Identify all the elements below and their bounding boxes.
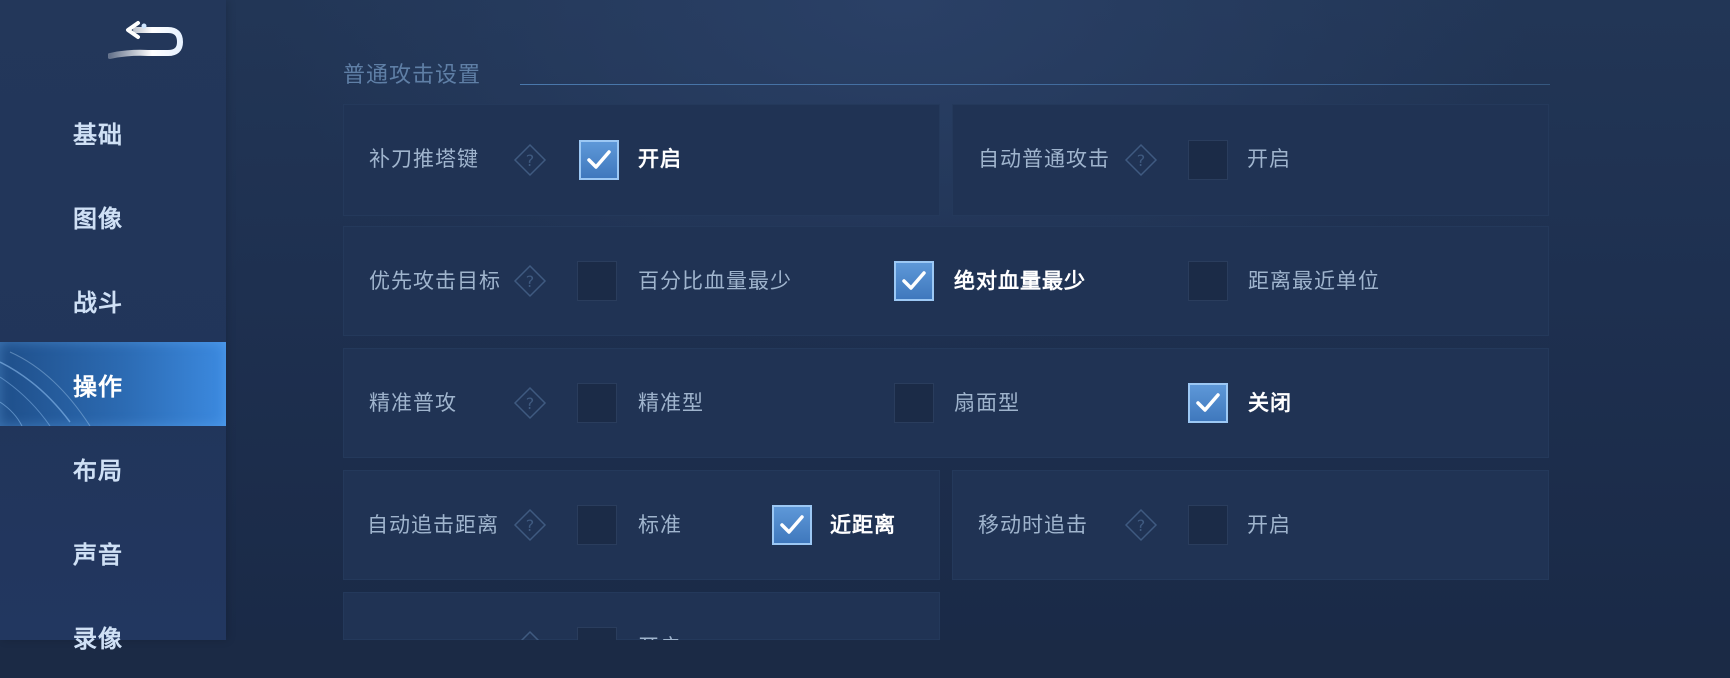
- sidebar-item-label: 声音: [73, 540, 123, 569]
- checkbox-absolute-hp[interactable]: [894, 261, 934, 301]
- sidebar-item-label: 图像: [73, 204, 123, 233]
- checkbox-chase-close[interactable]: [772, 505, 812, 545]
- setting-label: 精准普攻: [369, 391, 457, 415]
- option-label[interactable]: 精准型: [638, 388, 704, 418]
- help-diamond-icon[interactable]: ?: [513, 508, 547, 542]
- setting-panel-partial: 开启: [343, 592, 940, 640]
- checkbox-precise-off[interactable]: [1188, 383, 1228, 423]
- svg-text:?: ?: [526, 151, 535, 170]
- svg-text:?: ?: [1137, 516, 1146, 535]
- sidebar-item-replay[interactable]: 录像: [0, 594, 226, 678]
- svg-text:?: ?: [526, 516, 535, 535]
- sidebar-item-graphics[interactable]: 图像: [0, 174, 226, 258]
- sidebar-item-sound[interactable]: 声音: [0, 510, 226, 594]
- option-label[interactable]: 开启: [638, 632, 682, 640]
- checkbox-partial[interactable]: [577, 627, 617, 640]
- sidebar-item-label: 录像: [73, 624, 123, 653]
- option-label[interactable]: 标准: [638, 510, 682, 540]
- svg-text:?: ?: [526, 272, 535, 291]
- option-label[interactable]: 开启: [1247, 144, 1291, 174]
- checkbox-chase-standard[interactable]: [577, 505, 617, 545]
- sidebar-item-label: 战斗: [73, 288, 123, 317]
- checkbox-fan-type[interactable]: [894, 383, 934, 423]
- checkmark-icon: [1196, 393, 1220, 412]
- help-diamond-icon[interactable]: [513, 630, 547, 640]
- back-arrow-icon: [107, 21, 184, 59]
- setting-panel-chase-distance: 自动追击距离 ? 标准 近距离: [343, 470, 940, 580]
- sidebar-item-controls[interactable]: 操作: [0, 342, 226, 426]
- option-label[interactable]: 绝对血量最少: [954, 266, 1086, 296]
- setting-label: 自动追击距离: [367, 513, 499, 537]
- sidebar-item-layout[interactable]: 布局: [0, 426, 226, 510]
- help-diamond-icon[interactable]: ?: [513, 143, 547, 177]
- checkbox-auto-attack-on[interactable]: [1188, 140, 1228, 180]
- sidebar-item-combat[interactable]: 战斗: [0, 258, 226, 342]
- checkbox-last-hit-on[interactable]: [579, 140, 619, 180]
- setting-label: 补刀推塔键: [369, 147, 479, 171]
- checkbox-chase-on-move[interactable]: [1188, 505, 1228, 545]
- help-diamond-icon[interactable]: ?: [513, 386, 547, 420]
- section-title: 普通攻击设置: [343, 63, 482, 88]
- sidebar: 基础 图像 战斗 操作 布局 声音 录像: [0, 0, 226, 653]
- svg-text:?: ?: [1137, 151, 1146, 170]
- setting-label: 移动时追击: [978, 513, 1088, 537]
- section-divider: [520, 84, 1550, 85]
- setting-panel-auto-attack: 自动普通攻击 ? 开启: [952, 104, 1549, 216]
- option-label[interactable]: 近距离: [830, 510, 896, 540]
- help-diamond-icon[interactable]: ?: [1124, 143, 1158, 177]
- back-button[interactable]: [107, 20, 186, 64]
- option-label[interactable]: 距离最近单位: [1248, 266, 1380, 296]
- sidebar-item-label: 布局: [73, 456, 123, 485]
- checkbox-percent-hp[interactable]: [577, 261, 617, 301]
- option-label[interactable]: 关闭: [1248, 388, 1292, 418]
- checkmark-icon: [587, 150, 611, 169]
- option-label[interactable]: 开启: [1247, 510, 1291, 540]
- setting-panel-target-priority: 优先攻击目标 ? 百分比血量最少 绝对血量最少 距离最近单位: [343, 226, 1549, 336]
- checkbox-precise-type[interactable]: [577, 383, 617, 423]
- checkbox-nearest-unit[interactable]: [1188, 261, 1228, 301]
- sidebar-item-label: 基础: [73, 120, 123, 149]
- setting-label: 自动普通攻击: [978, 147, 1110, 171]
- setting-label: 优先攻击目标: [369, 269, 501, 293]
- help-diamond-icon[interactable]: ?: [513, 264, 547, 298]
- sidebar-item-basic[interactable]: 基础: [0, 90, 226, 174]
- option-label[interactable]: 开启: [638, 144, 682, 174]
- help-diamond-icon[interactable]: ?: [1124, 508, 1158, 542]
- checkmark-icon: [902, 271, 926, 290]
- setting-panel-last-hit: 补刀推塔键 ? 开启: [343, 104, 940, 216]
- svg-text:?: ?: [526, 394, 535, 413]
- checkmark-icon: [780, 515, 804, 534]
- option-label[interactable]: 百分比血量最少: [638, 266, 792, 296]
- setting-panel-chase-on-move: 移动时追击 ? 开启: [952, 470, 1549, 580]
- sidebar-item-label: 操作: [73, 372, 123, 401]
- option-label[interactable]: 扇面型: [954, 388, 1020, 418]
- setting-panel-precise-attack: 精准普攻 ? 精准型 扇面型 关闭: [343, 348, 1549, 458]
